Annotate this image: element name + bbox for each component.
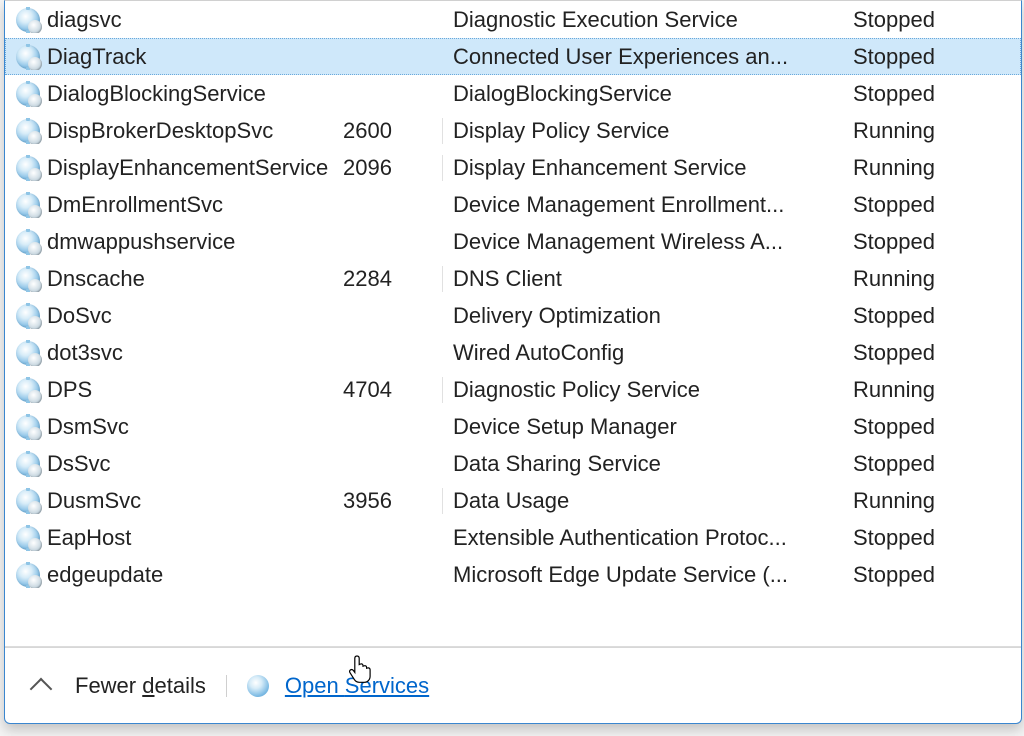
service-icon: [16, 489, 40, 513]
service-desc: Display Policy Service: [443, 118, 841, 144]
service-row[interactable]: dot3svc Wired AutoConfigStopped: [5, 334, 1021, 371]
service-row[interactable]: EapHost Extensible Authentication Protoc.…: [5, 519, 1021, 556]
service-desc: Display Enhancement Service: [443, 155, 841, 181]
service-row[interactable]: DPS 4704Diagnostic Policy ServiceRunning: [5, 371, 1021, 408]
service-status: Stopped: [841, 192, 1021, 218]
service-desc: DNS Client: [443, 266, 841, 292]
service-row[interactable]: DoSvc Delivery OptimizationStopped: [5, 297, 1021, 334]
service-row[interactable]: DialogBlockingService DialogBlockingServi…: [5, 75, 1021, 112]
service-icon: [16, 452, 40, 476]
service-desc: Wired AutoConfig: [443, 340, 841, 366]
service-icon: [16, 415, 40, 439]
service-desc: Diagnostic Policy Service: [443, 377, 841, 403]
service-desc: Connected User Experiences an...: [443, 44, 841, 70]
service-status: Stopped: [841, 414, 1021, 440]
service-icon: [16, 156, 40, 180]
service-name: dot3svc: [47, 340, 123, 366]
service-desc: Diagnostic Execution Service: [443, 7, 841, 33]
service-pid: 2284: [343, 266, 443, 292]
fewer-details-button[interactable]: Fewer details: [75, 673, 206, 699]
service-desc: Device Management Wireless A...: [443, 229, 841, 255]
service-icon: [16, 82, 40, 106]
service-status: Running: [841, 377, 1021, 403]
chevron-up-icon[interactable]: [30, 677, 53, 700]
service-row[interactable]: DispBrokerDesktopSvc 2600Display Policy S…: [5, 112, 1021, 149]
footer-bar: Fewer details Open Services: [5, 647, 1021, 723]
service-icon: [16, 45, 40, 69]
service-row[interactable]: DiagTrack Connected User Experiences an..…: [5, 38, 1021, 75]
service-row[interactable]: DisplayEnhancementService 2096Display Enh…: [5, 149, 1021, 186]
service-row[interactable]: diagsvc Diagnostic Execution ServiceStopp…: [5, 1, 1021, 38]
service-status: Stopped: [841, 7, 1021, 33]
service-status: Running: [841, 118, 1021, 144]
service-icon: [16, 230, 40, 254]
service-icon: [16, 341, 40, 365]
service-name: DispBrokerDesktopSvc: [47, 118, 273, 144]
service-name: dmwappushservice: [47, 229, 235, 255]
service-name: DisplayEnhancementService: [47, 155, 328, 181]
service-name: DialogBlockingService: [47, 81, 266, 107]
service-status: Running: [841, 488, 1021, 514]
service-status: Stopped: [841, 562, 1021, 588]
service-desc: Delivery Optimization: [443, 303, 841, 329]
service-status: Stopped: [841, 229, 1021, 255]
service-pid: 4704: [343, 377, 443, 403]
service-icon: [16, 378, 40, 402]
services-list[interactable]: diagsvcDiagnostic Execution ServiceStopp…: [5, 1, 1021, 647]
service-icon: [16, 193, 40, 217]
service-icon: [16, 563, 40, 587]
service-name: diagsvc: [47, 7, 122, 33]
service-name: DusmSvc: [47, 488, 141, 514]
service-name: edgeupdate: [47, 562, 163, 588]
service-icon: [16, 119, 40, 143]
service-status: Stopped: [841, 303, 1021, 329]
service-row[interactable]: DmEnrollmentSvc Device Management Enrollm…: [5, 186, 1021, 223]
service-icon: [16, 8, 40, 32]
service-name: DiagTrack: [47, 44, 146, 70]
service-desc: DialogBlockingService: [443, 81, 841, 107]
service-desc: Extensible Authentication Protoc...: [443, 525, 841, 551]
service-desc: Data Sharing Service: [443, 451, 841, 477]
service-desc: Device Management Enrollment...: [443, 192, 841, 218]
task-manager-window: diagsvcDiagnostic Execution ServiceStopp…: [4, 0, 1022, 724]
service-pid: 3956: [343, 488, 443, 514]
service-pid: 2096: [343, 155, 443, 181]
service-name: DsmSvc: [47, 414, 129, 440]
service-name: DsSvc: [47, 451, 111, 477]
service-status: Stopped: [841, 340, 1021, 366]
service-status: Running: [841, 266, 1021, 292]
service-name: Dnscache: [47, 266, 145, 292]
service-name: DmEnrollmentSvc: [47, 192, 223, 218]
service-name: DoSvc: [47, 303, 112, 329]
service-pid: 2600: [343, 118, 443, 144]
service-status: Stopped: [841, 81, 1021, 107]
open-services-link[interactable]: Open Services: [285, 673, 429, 699]
service-row[interactable]: dmwappushservice Device Management Wirele…: [5, 223, 1021, 260]
service-row[interactable]: DusmSvc 3956Data UsageRunning: [5, 482, 1021, 519]
service-row[interactable]: edgeupdate Microsoft Edge Update Service …: [5, 556, 1021, 593]
service-status: Stopped: [841, 44, 1021, 70]
services-icon: [247, 675, 269, 697]
service-name: EapHost: [47, 525, 131, 551]
service-icon: [16, 267, 40, 291]
service-row[interactable]: DsmSvc Device Setup ManagerStopped: [5, 408, 1021, 445]
service-desc: Microsoft Edge Update Service (...: [443, 562, 841, 588]
service-desc: Device Setup Manager: [443, 414, 841, 440]
service-status: Stopped: [841, 525, 1021, 551]
service-desc: Data Usage: [443, 488, 841, 514]
service-status: Stopped: [841, 451, 1021, 477]
service-row[interactable]: DsSvc Data Sharing ServiceStopped: [5, 445, 1021, 482]
service-icon: [16, 526, 40, 550]
service-status: Running: [841, 155, 1021, 181]
service-row[interactable]: Dnscache 2284DNS ClientRunning: [5, 260, 1021, 297]
service-icon: [16, 304, 40, 328]
separator: [226, 675, 227, 697]
service-name: DPS: [47, 377, 92, 403]
